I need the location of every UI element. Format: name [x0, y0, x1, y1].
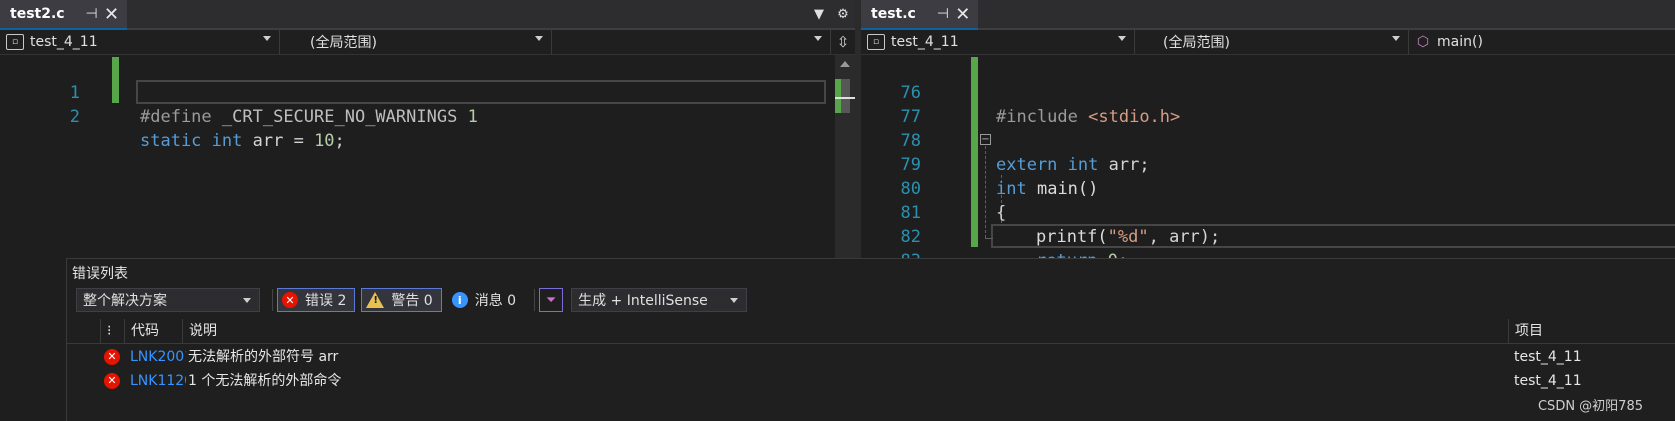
column-header-description[interactable]: 说明 — [182, 319, 1508, 343]
split-editor-icon[interactable]: ⇳ — [831, 30, 855, 54]
member-dropdown[interactable] — [552, 30, 831, 54]
close-icon[interactable]: ✕ — [103, 4, 121, 25]
chevron-down-icon — [814, 36, 822, 41]
tab-test2-c[interactable]: test2.c ⊣ ✕ — [0, 0, 127, 30]
pin-icon[interactable]: ⊣ — [934, 5, 952, 23]
tab-test-c[interactable]: test.c ⊣ ✕ — [861, 0, 978, 30]
code-line: 76 #include <stdio.h> — [861, 57, 1671, 127]
error-code[interactable]: LNK2001 — [130, 345, 186, 369]
chevron-down-icon[interactable]: ▼ — [807, 7, 831, 22]
number-literal: 10 — [314, 131, 335, 151]
code-line: 1 #define _CRT_SECURE_NO_WARNINGS 1 — [0, 57, 830, 127]
build-source-dropdown[interactable]: 生成 + IntelliSense — [571, 288, 748, 312]
code-line: 81 printf("%d", arr); — [861, 177, 1671, 247]
code-line: 83 } — [861, 225, 1671, 295]
code-line: 2 static int arr = 10; — [0, 81, 830, 151]
identifier: arr = — [252, 131, 315, 151]
table-row[interactable]: ✕ LNK1120 1 个无法解析的外部命令 test_4_11 — [66, 369, 1675, 393]
solution-scope-label: 整个解决方案 — [83, 293, 167, 309]
errors-filter-button[interactable]: ✕ 错误 2 — [277, 288, 356, 312]
right-navigation-bar: ▫ test_4_11 (全局范围) ⬡ main() — [861, 30, 1675, 55]
error-icon: ✕ — [104, 373, 120, 389]
code-text: static int arr = 10; — [140, 129, 345, 153]
close-icon[interactable]: ✕ — [954, 4, 972, 25]
build-source-label: 生成 + IntelliSense — [578, 293, 708, 309]
warnings-filter-label: 警告 0 — [391, 293, 433, 309]
code-line: 78 extern int arr; — [861, 105, 1671, 175]
code-line: 79 int main() — [861, 129, 1671, 199]
sort-column-icon[interactable]: ⁝ — [100, 319, 124, 343]
error-list-panel: 错误列表 整个解决方案 ✕ 错误 2 ! 警告 0 i 消息 0 ⏷ 生成 + … — [66, 258, 1675, 421]
project-dropdown-label: test_4_11 — [891, 34, 959, 50]
chevron-down-icon — [263, 36, 271, 41]
toolbar-separator — [272, 289, 273, 311]
scope-dropdown-label: (全局范围) — [310, 35, 377, 51]
error-project: test_4_11 — [1514, 349, 1582, 365]
warning-icon: ! — [366, 292, 385, 308]
keyword: static — [140, 131, 202, 151]
error-description: 1 个无法解析的外部命令 — [188, 373, 342, 389]
errors-filter-label: 错误 2 — [305, 293, 347, 309]
messages-filter-button[interactable]: i 消息 0 — [448, 288, 524, 312]
error-list-toolbar: 整个解决方案 ✕ 错误 2 ! 警告 0 i 消息 0 ⏷ 生成 + Intel… — [76, 287, 748, 313]
scope-dropdown[interactable]: (全局范围) — [1135, 30, 1409, 54]
chevron-down-icon — [243, 298, 251, 303]
messages-filter-label: 消息 0 — [474, 293, 517, 309]
code-text: #define _CRT_SECURE_NO_WARNINGS 1 — [140, 105, 478, 129]
error-description: 无法解析的外部符号 arr — [188, 349, 339, 365]
scroll-thumb[interactable] — [840, 79, 850, 113]
error-list-header: ⁝ 代码 说明 项目 — [66, 319, 1675, 344]
error-icon: ✕ — [104, 349, 120, 365]
caret-position-marker — [835, 97, 855, 99]
code-line: 77 — [861, 81, 1671, 127]
error-icon: ✕ — [282, 292, 298, 308]
error-project: test_4_11 — [1514, 373, 1582, 389]
project-dropdown[interactable]: ▫ test_4_11 — [0, 30, 280, 54]
member-dropdown-label: main() — [1437, 34, 1483, 50]
scroll-up-icon[interactable] — [840, 61, 850, 67]
semicolon: ; — [334, 131, 345, 151]
project-icon: ▫ — [6, 34, 24, 50]
warnings-filter-button[interactable]: ! 警告 0 — [361, 288, 442, 312]
macro-value: 1 — [467, 107, 478, 127]
column-header-code[interactable]: 代码 — [124, 319, 182, 343]
solution-scope-dropdown[interactable]: 整个解决方案 — [76, 288, 260, 312]
member-dropdown[interactable]: ⬡ main() — [1409, 30, 1675, 54]
chevron-down-icon — [1118, 36, 1126, 41]
error-code[interactable]: LNK1120 — [130, 369, 186, 393]
gear-icon[interactable]: ⚙ — [831, 7, 855, 22]
project-dropdown-label: test_4_11 — [30, 34, 98, 50]
project-icon: ▫ — [867, 34, 885, 50]
chevron-down-icon — [535, 36, 543, 41]
pin-icon[interactable]: ⊣ — [83, 5, 101, 23]
panel-title: 错误列表 — [72, 266, 128, 282]
left-navigation-bar: ▫ test_4_11 (全局范围) ⇳ — [0, 30, 855, 55]
code-line: 82 return 0; — [861, 201, 1671, 271]
keyword: int — [211, 131, 243, 151]
macro-name: _CRT_SECURE_NO_WARNINGS — [221, 107, 458, 127]
left-tabstrip: test2.c ⊣ ✕ ▼ ⚙ — [0, 0, 855, 30]
table-row[interactable]: ✕ LNK2001 无法解析的外部符号 arr test_4_11 — [66, 345, 1675, 369]
line-number: 2 — [69, 107, 80, 127]
watermark: CSDN @初阳785 — [1537, 399, 1643, 414]
scope-dropdown[interactable]: (全局范围) — [280, 30, 552, 54]
tabstrip-actions: ▼ ⚙ — [807, 0, 855, 28]
column-header-project[interactable]: 项目 — [1508, 319, 1668, 343]
chevron-down-icon — [730, 298, 739, 303]
scope-dropdown-label: (全局范围) — [1163, 35, 1230, 51]
info-icon: i — [451, 292, 468, 308]
preprocessor-directive: #define — [140, 107, 212, 127]
right-tabstrip: test.c ⊣ ✕ — [861, 0, 1675, 30]
tab-label: test.c — [871, 6, 916, 22]
filter-icon[interactable]: ⏷ — [539, 288, 564, 312]
toolbar-separator — [534, 289, 536, 311]
code-line: 80 { — [861, 153, 1671, 223]
cube-icon: ⬡ — [1416, 34, 1430, 50]
chevron-down-icon — [1392, 36, 1400, 41]
tab-label: test2.c — [10, 6, 65, 22]
project-dropdown[interactable]: ▫ test_4_11 — [861, 30, 1135, 54]
change-marker — [835, 79, 841, 113]
